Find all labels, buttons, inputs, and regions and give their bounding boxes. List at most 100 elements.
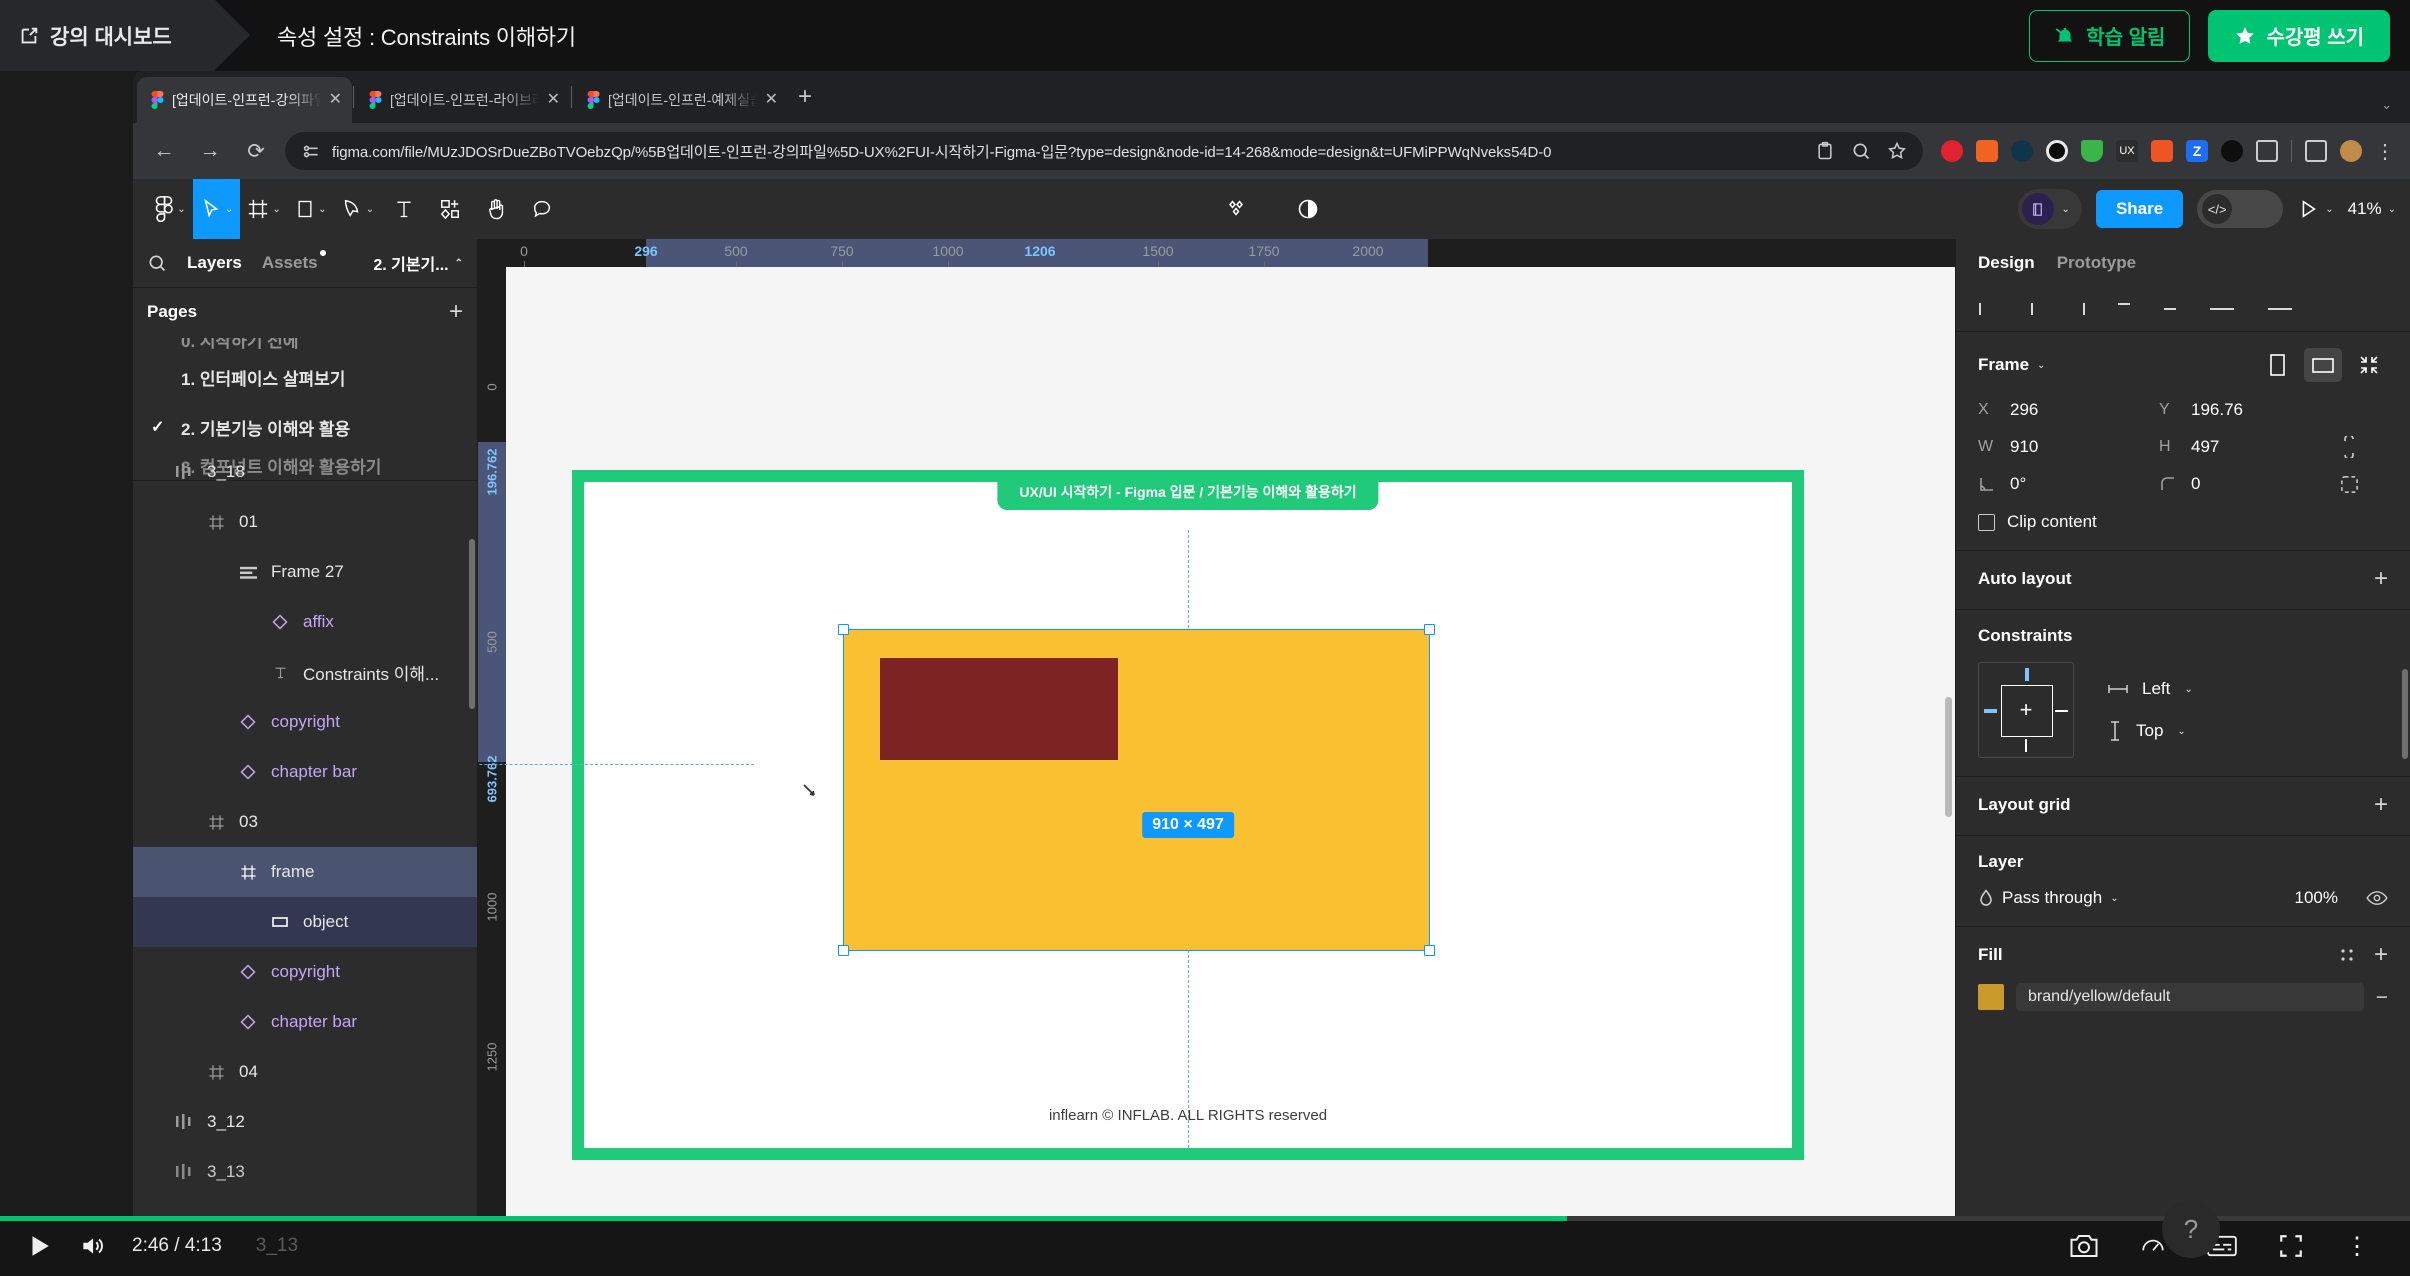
vertical-constraint-select[interactable]: Top ⌄ (2108, 721, 2193, 741)
browser-tab-1-close-icon[interactable]: ✕ (329, 92, 342, 108)
study-notification-button[interactable]: 학습 알림 (2029, 9, 2191, 62)
page-selector[interactable]: 2. 기본기... ⌃ (373, 251, 463, 275)
clipboard-icon[interactable] (1815, 141, 1835, 161)
align-right-icon[interactable] (2070, 301, 2086, 317)
extension-icon-9[interactable] (2221, 140, 2243, 162)
extension-icon-4[interactable] (2046, 140, 2068, 162)
layer-row[interactable]: 3_18 (133, 447, 477, 497)
page-row-2[interactable]: ✓ 2. 기본기능 이해와 활용 (133, 402, 477, 452)
opacity-value[interactable]: 100% (2295, 888, 2338, 908)
tab-search-chevron-icon[interactable]: ⌄ (2381, 97, 2392, 113)
figma-canvas[interactable]: 0 296 500 750 1000 1206 1500 1750 2000 0 (478, 239, 1955, 1216)
profile-avatar-icon[interactable] (2340, 140, 2362, 162)
extension-icon-1[interactable] (1941, 140, 1963, 162)
extension-icon-7[interactable] (2151, 140, 2173, 162)
rotation-field[interactable]: 0° (1978, 474, 2159, 494)
reload-icon[interactable]: ⟳ (239, 139, 273, 164)
extension-icon-6[interactable]: UX (2116, 140, 2138, 162)
screenshot-camera-icon[interactable] (2069, 1233, 2099, 1259)
address-bar[interactable]: figma.com/file/MUzJDOSrDueZBoTVOebzQp/%5… (285, 132, 1923, 170)
browser-tab-2[interactable]: [업데이트-인프런-라이브러리] UX ✕ (355, 77, 570, 123)
tab-layers[interactable]: Layers (187, 253, 242, 273)
search-icon[interactable] (1851, 141, 1871, 161)
clip-content-row[interactable]: Clip content (1978, 512, 2388, 532)
add-page-button[interactable]: + (449, 300, 463, 324)
shape-tool[interactable]: ⌄ (288, 179, 334, 239)
browser-tab-2-close-icon[interactable]: ✕ (547, 92, 560, 108)
tab-assets[interactable]: Assets (262, 253, 318, 272)
aspect-ratio-lock-icon[interactable] (2340, 436, 2358, 458)
blend-mode-select[interactable]: Pass through ⌄ (1978, 888, 2119, 908)
portrait-orientation-button[interactable] (2258, 348, 2296, 382)
add-fill-button[interactable]: + (2374, 943, 2388, 967)
side-panel-icon[interactable] (2305, 140, 2327, 162)
layer-row[interactable]: 3_13 (133, 1147, 477, 1197)
constraint-marker-right[interactable] (2055, 710, 2068, 712)
layer-row[interactable]: 03 (133, 797, 477, 847)
fill-color-swatch[interactable] (1978, 984, 2004, 1010)
pen-tool[interactable]: ⌄ (334, 179, 381, 239)
new-tab-button[interactable]: + (798, 85, 812, 109)
align-horizontal-center-icon[interactable] (2024, 301, 2040, 317)
zoom-control[interactable]: 41% ⌄ (2348, 199, 2396, 219)
clip-content-checkbox[interactable] (1978, 513, 1995, 531)
artboard[interactable]: 910 × 497 inflearn © INFLAB. ALL RIGHTS … (478, 470, 1804, 1160)
layer-row-object[interactable]: object (133, 897, 477, 947)
distribute-vertical-icon[interactable] (2266, 301, 2294, 317)
player-more-menu-icon[interactable]: ⋮ (2345, 1232, 2370, 1261)
help-button[interactable]: ? (2162, 1200, 2220, 1258)
share-button[interactable]: Share (2095, 190, 2184, 228)
align-top-icon[interactable] (2116, 301, 2132, 317)
write-review-button[interactable]: 수강평 쓰기 (2208, 9, 2390, 62)
layer-row[interactable]: Constraints 이해... (133, 647, 477, 697)
browser-menu-icon[interactable]: ⋮ (2375, 139, 2396, 164)
text-tool[interactable] (381, 179, 427, 239)
layer-row[interactable]: 01 (133, 497, 477, 547)
actions-button[interactable] (1213, 179, 1259, 239)
layers-scrollbar[interactable] (469, 539, 475, 709)
resize-handle-br[interactable] (1424, 945, 1435, 956)
corner-radius-field[interactable]: 0 (2159, 474, 2340, 494)
browser-tab-3[interactable]: [업데이트-인프런-예제실습파일] U ✕ (573, 77, 788, 123)
browser-tab-3-close-icon[interactable]: ✕ (765, 92, 778, 108)
landscape-orientation-button[interactable] (2304, 348, 2342, 382)
canvas-surface[interactable]: 910 × 497 inflearn © INFLAB. ALL RIGHTS … (478, 267, 1955, 1216)
y-field[interactable]: Y 196.76 (2159, 400, 2340, 420)
align-left-icon[interactable] (1978, 301, 1994, 317)
progress-track[interactable] (0, 1216, 2410, 1221)
constraints-center-plus-icon[interactable]: + (2020, 699, 2033, 721)
fullscreen-icon[interactable] (2277, 1233, 2305, 1259)
tab-design[interactable]: Design (1978, 253, 2035, 273)
add-layout-grid-button[interactable]: + (2374, 793, 2388, 817)
horizontal-constraint-select[interactable]: Left ⌄ (2108, 679, 2193, 699)
page-row-1[interactable]: 1. 인터페이스 살펴보기 (133, 352, 477, 402)
h-field[interactable]: H 497 (2159, 437, 2340, 457)
visibility-eye-icon[interactable] (2366, 890, 2388, 906)
bookmark-star-icon[interactable] (1887, 141, 1907, 161)
dev-mode-toggle[interactable]: </> (2197, 190, 2284, 228)
x-field[interactable]: X 296 (1978, 400, 2159, 420)
layer-row[interactable]: 04 (133, 1047, 477, 1097)
resize-handle-tl[interactable] (838, 624, 849, 635)
forward-icon[interactable]: → (193, 139, 227, 163)
frame-tool[interactable]: ⌄ (240, 179, 287, 239)
extension-icon-8[interactable]: Z (2186, 140, 2208, 162)
layer-row[interactable]: copyright (133, 697, 477, 747)
align-vertical-center-icon[interactable] (2162, 301, 2178, 317)
distribute-horizontal-icon[interactable] (2208, 301, 2236, 317)
tab-prototype[interactable]: Prototype (2057, 253, 2136, 273)
layer-row-frame[interactable]: frame (133, 847, 477, 897)
w-field[interactable]: W 910 (1978, 437, 2159, 457)
constraint-marker-bottom[interactable] (2025, 739, 2027, 752)
add-auto-layout-button[interactable]: + (2374, 567, 2388, 591)
resources-tool[interactable] (427, 179, 473, 239)
fill-styles-icon[interactable] (2338, 946, 2356, 964)
resize-to-fit-button[interactable] (2350, 348, 2388, 382)
comment-tool[interactable] (519, 179, 565, 239)
independent-corners-icon[interactable] (2340, 475, 2359, 494)
page-row-clipped[interactable]: 0. 시작하기 전에 (133, 338, 477, 352)
play-button[interactable] (26, 1232, 52, 1260)
extension-icon-2[interactable] (1976, 140, 1998, 162)
layer-row[interactable]: Frame 27 (133, 547, 477, 597)
extension-icon-10[interactable] (2256, 140, 2278, 162)
